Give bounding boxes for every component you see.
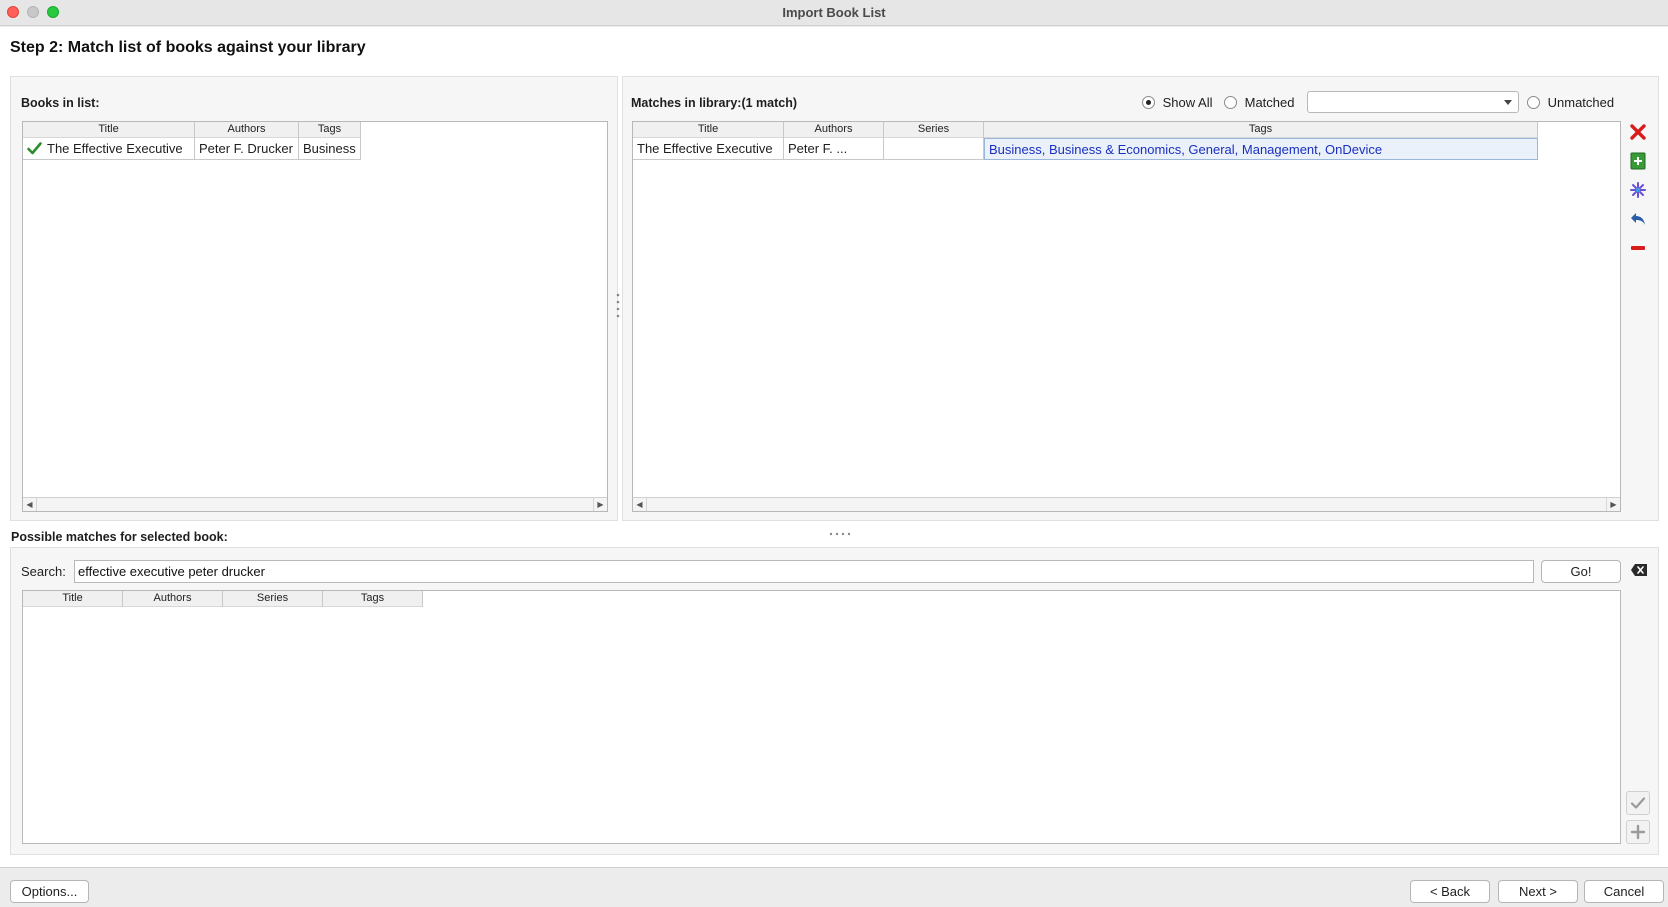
cell-title: The Effective Executive	[633, 138, 784, 160]
cell-title: The Effective Executive	[23, 138, 195, 160]
check-icon	[1630, 796, 1646, 810]
column-header-tags[interactable]: Tags	[299, 122, 361, 138]
undo-match-button[interactable]	[1626, 207, 1650, 231]
show-all-label: Show All	[1162, 95, 1213, 111]
scroll-right-icon[interactable]: ▶	[593, 498, 607, 511]
unmatched-label: Unmatched	[1547, 95, 1615, 111]
scroll-right-icon[interactable]: ▶	[1606, 498, 1620, 511]
column-header-series[interactable]: Series	[884, 122, 984, 138]
matched-label: Matched	[1244, 95, 1295, 111]
clear-match-button[interactable]	[1626, 120, 1650, 144]
unmatched-radio[interactable]	[1527, 96, 1540, 110]
chevron-down-icon	[1504, 100, 1512, 105]
select-match-button[interactable]	[1626, 791, 1650, 815]
table-header: Title Authors Tags	[23, 122, 361, 138]
column-header-tags[interactable]: Tags	[984, 122, 1538, 138]
next-button[interactable]: Next >	[1498, 880, 1578, 903]
matched-radio[interactable]	[1224, 96, 1237, 110]
cancel-button[interactable]: Cancel	[1584, 880, 1664, 903]
search-label: Search:	[21, 564, 66, 579]
remove-icon	[1629, 239, 1647, 257]
magic-wand-icon	[1629, 181, 1647, 199]
checkmark-icon	[27, 142, 42, 155]
back-button[interactable]: < Back	[1410, 880, 1490, 903]
add-match-button[interactable]	[1626, 820, 1650, 844]
library-matches-table[interactable]: Title Authors Series Tags The Effective …	[632, 121, 1621, 512]
column-header-title[interactable]: Title	[633, 122, 784, 138]
filter-show-all[interactable]: Show All	[1142, 94, 1213, 110]
cell-authors: Peter F. Drucker	[195, 138, 299, 160]
column-header-authors[interactable]: Authors	[123, 591, 223, 607]
search-input[interactable]	[74, 560, 1534, 583]
scroll-left-icon[interactable]: ◀	[633, 498, 647, 511]
possible-matches-table[interactable]: Title Authors Series Tags	[22, 590, 1621, 844]
scroll-left-icon[interactable]: ◀	[23, 498, 37, 511]
go-button[interactable]: Go!	[1541, 560, 1621, 583]
backspace-icon	[1630, 563, 1648, 577]
vertical-splitter-handle[interactable]	[616, 292, 620, 320]
cell-authors: Peter F. ...	[784, 138, 884, 160]
cell-tags-selected[interactable]: Business, Business & Economics, General,…	[984, 138, 1538, 160]
books-in-list-label: Books in list:	[21, 96, 100, 110]
book-title: The Effective Executive	[47, 141, 183, 156]
column-header-title[interactable]: Title	[23, 122, 195, 138]
add-book-icon	[1630, 152, 1646, 170]
cell-tags: Business	[299, 138, 361, 160]
column-header-authors[interactable]: Authors	[195, 122, 299, 138]
filter-unmatched[interactable]: Unmatched	[1527, 94, 1614, 110]
horizontal-scrollbar[interactable]: ◀ ▶	[23, 497, 607, 511]
table-header: Title Authors Series Tags	[23, 591, 423, 607]
close-icon	[1629, 123, 1647, 141]
table-row[interactable]: The Effective Executive Peter F. Drucker…	[23, 138, 361, 160]
column-header-tags[interactable]: Tags	[323, 591, 423, 607]
table-row[interactable]: The Effective Executive Peter F. ... Bus…	[633, 138, 1538, 160]
library-matches-label: Matches in library:(1 match)	[631, 96, 798, 110]
undo-icon	[1629, 210, 1647, 228]
column-header-series[interactable]: Series	[223, 591, 323, 607]
window-title: Import Book List	[782, 5, 886, 20]
column-header-title[interactable]: Title	[23, 591, 123, 607]
filter-matched[interactable]: Matched	[1224, 94, 1295, 110]
horizontal-splitter-handle[interactable]	[828, 524, 852, 536]
options-button[interactable]: Options...	[10, 880, 89, 903]
books-in-list-table[interactable]: Title Authors Tags The Effective Executi…	[22, 121, 608, 512]
cell-series	[884, 138, 984, 160]
remove-book-button[interactable]	[1626, 236, 1650, 260]
auto-match-button[interactable]	[1626, 178, 1650, 202]
matched-filter-dropdown[interactable]	[1307, 91, 1519, 113]
possible-matches-label: Possible matches for selected book:	[11, 530, 228, 544]
table-header: Title Authors Series Tags	[633, 122, 1538, 138]
show-all-radio[interactable]	[1142, 96, 1155, 110]
horizontal-scrollbar[interactable]: ◀ ▶	[633, 497, 1620, 511]
clear-search-button[interactable]	[1628, 559, 1650, 581]
add-empty-book-button[interactable]	[1626, 149, 1650, 173]
column-header-authors[interactable]: Authors	[784, 122, 884, 138]
plus-icon	[1630, 824, 1646, 840]
step-title: Step 2: Match list of books against your…	[10, 39, 366, 56]
